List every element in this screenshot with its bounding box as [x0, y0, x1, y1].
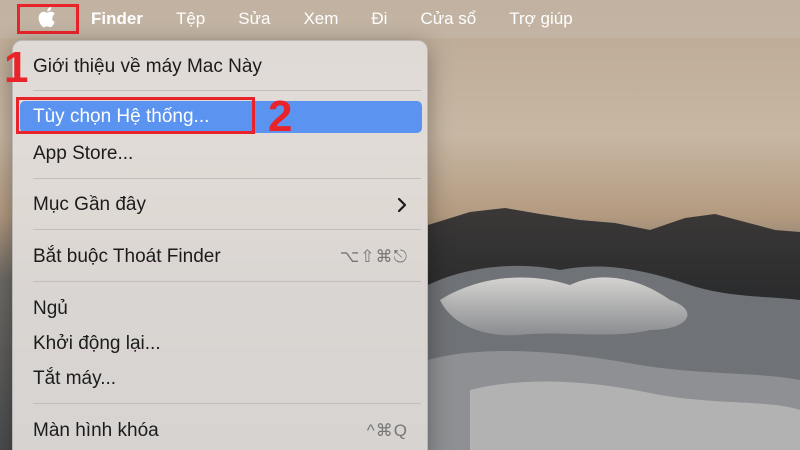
- menu-item-label: Tắt máy...: [33, 368, 117, 389]
- menu-separator: [33, 281, 421, 282]
- keyboard-shortcut: ^⌘Q: [366, 421, 408, 440]
- apple-menu-button[interactable]: [17, 4, 79, 34]
- menu-item-force-quit[interactable]: Bắt buộc Thoát Finder ⌥⇧⌘⎋: [20, 241, 422, 273]
- menu-item-app-store[interactable]: App Store...: [20, 138, 422, 170]
- menu-item-label: Mục Gần đây: [33, 194, 146, 215]
- highlight-box-system-preferences: [16, 97, 255, 134]
- menu-item-label: Ngủ: [33, 298, 68, 319]
- step-number-2: 2: [268, 92, 293, 141]
- menu-item-shut-down[interactable]: Tắt máy...: [20, 363, 422, 395]
- menu-item-label: App Store...: [33, 143, 134, 164]
- menu-item-label: Màn hình khóa: [33, 420, 159, 441]
- menubar-item-window[interactable]: Cửa sổ: [420, 9, 476, 29]
- menubar-item-go[interactable]: Đi: [371, 9, 387, 29]
- menu-item-label: Bắt buộc Thoát Finder: [33, 246, 221, 267]
- menubar-items: Finder Tệp Sửa Xem Đi Cửa sổ Trợ giúp: [91, 0, 606, 38]
- keyboard-shortcut: ⌥⇧⌘⎋: [339, 247, 408, 266]
- menu-item-sleep[interactable]: Ngủ: [20, 293, 422, 325]
- step-number-1: 1: [4, 43, 29, 92]
- menu-item-recent-items[interactable]: Mục Gần đây: [20, 189, 422, 221]
- menubar-item-help[interactable]: Trợ giúp: [509, 9, 572, 29]
- menu-separator: [33, 178, 421, 179]
- menu-separator: [33, 90, 421, 91]
- apple-logo-icon: [37, 5, 59, 34]
- menubar-item-edit[interactable]: Sửa: [238, 9, 270, 29]
- menu-bar: Finder Tệp Sửa Xem Đi Cửa sổ Trợ giúp: [0, 0, 800, 38]
- menubar-item-finder[interactable]: Finder: [91, 9, 143, 29]
- menu-item-label: Khởi động lại...: [33, 333, 161, 354]
- menu-item-about-this-mac[interactable]: Giới thiệu về máy Mac Này: [20, 51, 422, 83]
- menubar-item-view[interactable]: Xem: [303, 9, 338, 29]
- menu-separator: [33, 403, 421, 404]
- menu-item-label: Giới thiệu về máy Mac Này: [33, 56, 262, 77]
- menu-separator: [33, 229, 421, 230]
- menubar-item-file[interactable]: Tệp: [176, 9, 205, 29]
- menu-item-restart[interactable]: Khởi động lại...: [20, 328, 422, 360]
- menu-item-lock-screen[interactable]: Màn hình khóa ^⌘Q: [20, 415, 422, 447]
- chevron-right-icon: [396, 196, 408, 220]
